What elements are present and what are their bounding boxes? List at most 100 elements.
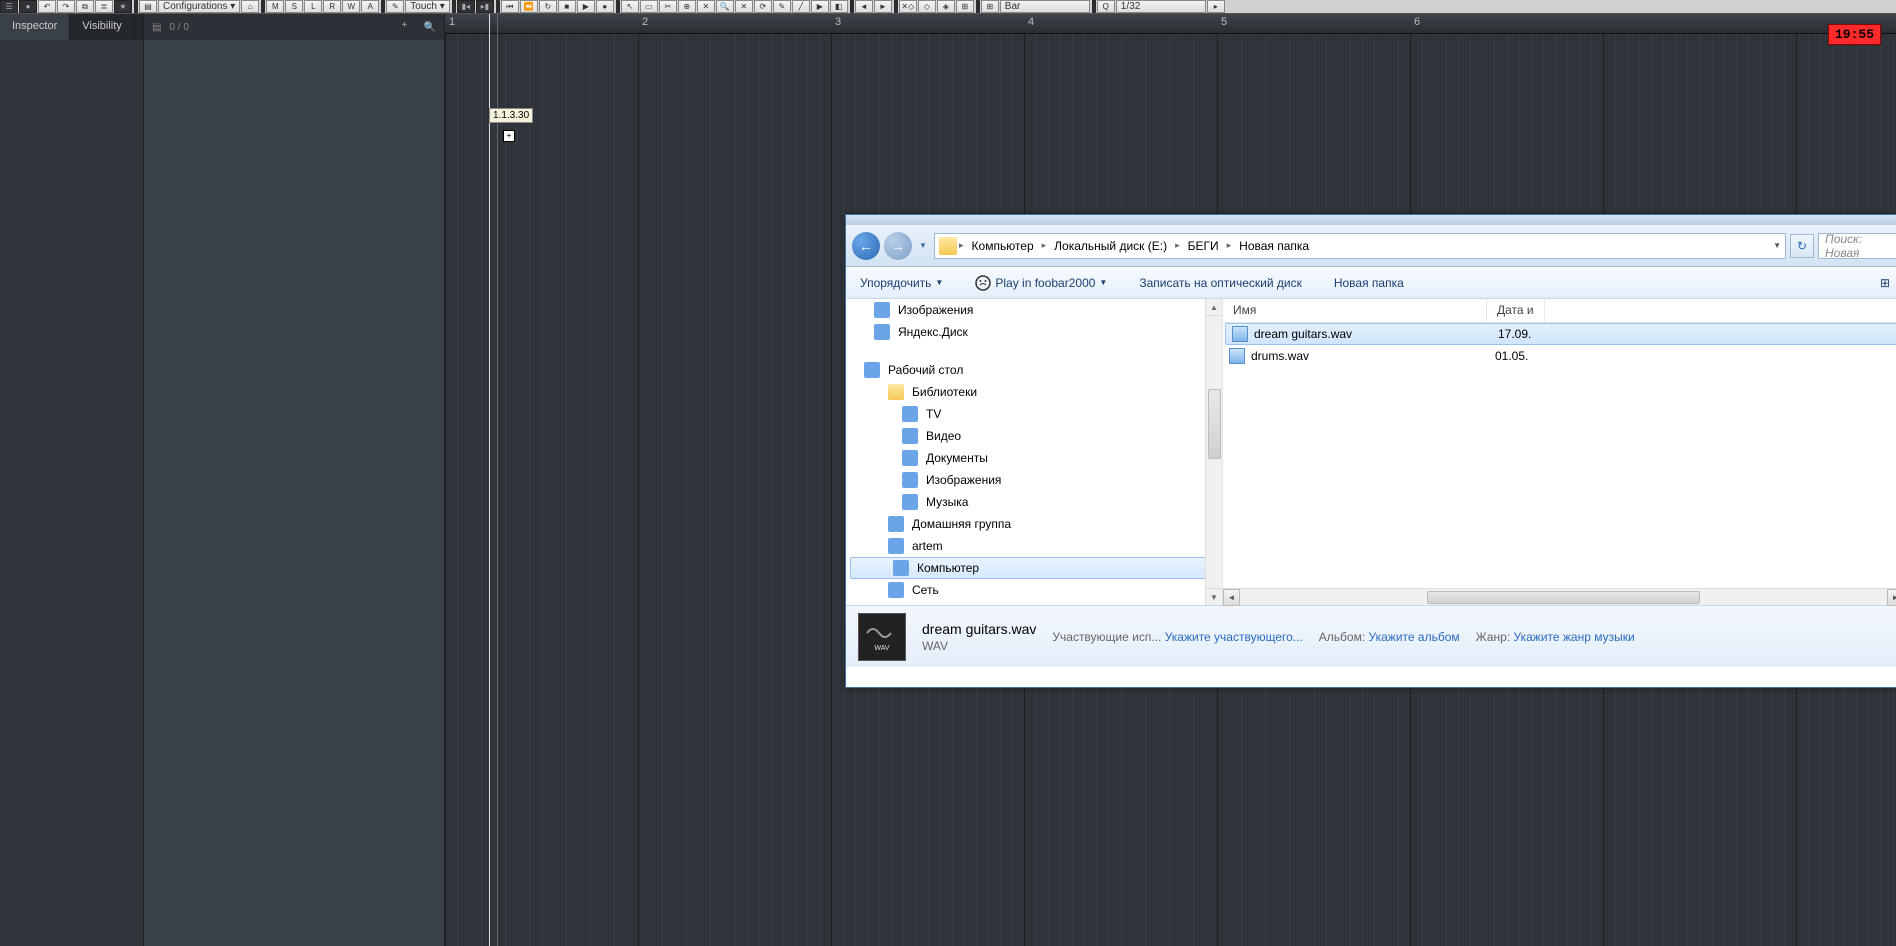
solo-button[interactable]: S	[285, 0, 303, 13]
playhead[interactable]	[489, 14, 490, 946]
scroll-left-icon[interactable]: ◄	[1223, 589, 1240, 606]
play-foobar-button[interactable]: Play in foobar2000 ▼	[969, 272, 1113, 294]
add-track-button[interactable]: +	[398, 20, 412, 34]
file-row[interactable]: dream guitars.wav17.09.	[1225, 323, 1896, 345]
search-input[interactable]: Поиск: Новая	[1818, 233, 1896, 259]
nav-history-dropdown[interactable]: ▼	[916, 236, 930, 256]
details-album-value[interactable]: Укажите альбом	[1369, 630, 1460, 644]
automation-button[interactable]: A	[361, 0, 379, 13]
breadcrumb-item[interactable]: Локальный диск (E:)	[1048, 237, 1173, 255]
split-tool-icon[interactable]: ✂	[659, 0, 677, 13]
mute-button[interactable]: M	[266, 0, 284, 13]
play-icon[interactable]: ▶	[577, 0, 595, 13]
undo-icon[interactable]: ↶	[38, 0, 56, 13]
erase-tool-icon[interactable]: ✕	[697, 0, 715, 13]
hscroll-thumb[interactable]	[1427, 591, 1699, 604]
nav-forward-button[interactable]: →	[884, 232, 912, 260]
column-header-name[interactable]: Имя	[1223, 299, 1487, 322]
tree-item[interactable]: Компьютер	[850, 557, 1218, 579]
record-icon[interactable]: ●	[596, 0, 614, 13]
grid-icon[interactable]: ⊞	[981, 0, 999, 13]
star-icon[interactable]: ★	[114, 0, 132, 13]
snap4-icon[interactable]: ⊞	[956, 0, 974, 13]
file-list[interactable]: Имя Дата и dream guitars.wav17.09.drums.…	[1223, 299, 1896, 605]
file-row[interactable]: drums.wav01.05.	[1223, 345, 1896, 367]
glue-tool-icon[interactable]: ⊕	[678, 0, 696, 13]
chevron-right-icon[interactable]: ▸	[1227, 240, 1232, 251]
tree-item[interactable]: Сеть	[846, 579, 1222, 601]
snap3-icon[interactable]: ◈	[937, 0, 955, 13]
draw-tool-icon[interactable]: ✎	[773, 0, 791, 13]
explorer-window[interactable]: ← → ▼ ▸ Компьютер ▸ Локальный диск (E:) …	[845, 214, 1896, 688]
tab-visibility[interactable]: Visibility	[70, 14, 135, 40]
quantize-dropdown[interactable]: 1/32	[1116, 0, 1206, 13]
automation-mode-dropdown[interactable]: Touch ▾	[405, 0, 450, 13]
tree-item[interactable]: Музыка	[846, 491, 1222, 513]
configurations-dropdown[interactable]: Configurations ▾	[158, 0, 240, 13]
nav-back-button[interactable]: ←	[852, 232, 880, 260]
copy-icon[interactable]: ⧉	[76, 0, 94, 13]
details-genre-value[interactable]: Укажите жанр музыки	[1514, 630, 1635, 644]
breadcrumb-item[interactable]: Компьютер	[966, 237, 1040, 255]
tree-item[interactable]: Изображения	[846, 299, 1222, 321]
address-bar[interactable]: ▸ Компьютер ▸ Локальный диск (E:) ▸ БЕГИ…	[934, 233, 1786, 259]
history-icon[interactable]: ≣	[95, 0, 113, 13]
nudge2-icon[interactable]: ►	[874, 0, 892, 13]
timeline-ruler[interactable]: 1 2 3 4 5 6	[445, 14, 1896, 34]
view-options-button[interactable]: ⊞	[1874, 273, 1896, 293]
refresh-button[interactable]: ↻	[1790, 234, 1814, 258]
organize-menu[interactable]: Упорядочить ▼	[854, 273, 949, 293]
scroll-thumb[interactable]	[1208, 389, 1221, 459]
tree-item[interactable]: Рабочий стол	[846, 359, 1222, 381]
tree-scrollbar[interactable]: ▲ ▼	[1205, 299, 1222, 605]
burn-disc-button[interactable]: Записать на оптический диск	[1133, 273, 1308, 293]
scroll-up-icon[interactable]: ▲	[1206, 299, 1222, 316]
tab-inspector[interactable]: Inspector	[0, 14, 70, 40]
write-button[interactable]: W	[342, 0, 360, 13]
tree-item[interactable]: Библиотеки	[846, 381, 1222, 403]
breadcrumb-item[interactable]: Новая папка	[1233, 237, 1315, 255]
read-button[interactable]: R	[323, 0, 341, 13]
folder-tree[interactable]: ИзображенияЯндекс.ДискРабочий столБиблио…	[846, 299, 1223, 605]
snap-toggle-icon[interactable]: ✕◇	[899, 0, 917, 13]
line-tool-icon[interactable]: ╱	[792, 0, 810, 13]
chevron-right-icon[interactable]: ▸	[1042, 240, 1047, 251]
snap2-icon[interactable]: ◇	[918, 0, 936, 13]
quantize-icon[interactable]: Q	[1097, 0, 1115, 13]
tree-item[interactable]: artem	[846, 535, 1222, 557]
home-icon[interactable]: ⌂	[241, 0, 259, 13]
tree-item[interactable]: Видео	[846, 425, 1222, 447]
tree-item[interactable]: TV	[846, 403, 1222, 425]
marker-prev-icon[interactable]: ▮◂	[457, 0, 475, 13]
new-folder-button[interactable]: Новая папка	[1328, 273, 1410, 293]
listen-button[interactable]: L	[304, 0, 322, 13]
tree-item[interactable]: Изображения	[846, 469, 1222, 491]
tree-item[interactable]: Яндекс.Диск	[846, 321, 1222, 343]
range-tool-icon[interactable]: ▭	[640, 0, 658, 13]
cycle-icon[interactable]: ↻	[539, 0, 557, 13]
color-tool-icon[interactable]: ◧	[830, 0, 848, 13]
stop-icon[interactable]: ■	[558, 0, 576, 13]
scroll-down-icon[interactable]: ▼	[1206, 588, 1222, 605]
details-artists-value[interactable]: Укажите участвующего...	[1165, 630, 1303, 644]
redo-icon[interactable]: ↷	[57, 0, 75, 13]
marker-next-icon[interactable]: ▸▮	[476, 0, 494, 13]
mute-tool-icon[interactable]: ✕	[735, 0, 753, 13]
timewarp-tool-icon[interactable]: ⟳	[754, 0, 772, 13]
address-dropdown-icon[interactable]: ▼	[1773, 241, 1781, 250]
snap-type-dropdown[interactable]: Bar	[1000, 0, 1090, 13]
play-tool-icon[interactable]: ▶	[811, 0, 829, 13]
file-list-hscrollbar[interactable]: ◄ ►	[1223, 588, 1896, 605]
rewind2-icon[interactable]: ⏪	[520, 0, 538, 13]
window-titlebar[interactable]	[846, 215, 1896, 225]
scroll-right-icon[interactable]: ►	[1887, 589, 1896, 606]
pointer-tool-icon[interactable]: ↖	[621, 0, 639, 13]
tree-item[interactable]: Домашняя группа	[846, 513, 1222, 535]
column-header-date[interactable]: Дата и	[1487, 299, 1545, 322]
chevron-right-icon[interactable]: ▸	[959, 240, 964, 251]
automation-icon[interactable]: ✎	[386, 0, 404, 13]
quantize-apply-icon[interactable]: ▸	[1207, 0, 1225, 13]
zoom-tool-icon[interactable]: 🔍	[716, 0, 734, 13]
list-icon[interactable]: ▤	[139, 0, 157, 13]
menu-icon[interactable]: ☰	[0, 0, 18, 13]
